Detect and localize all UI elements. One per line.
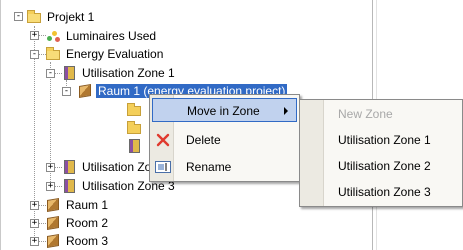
menu-item-label: Utilisation Zone 2 [338,159,431,173]
book-icon [126,138,142,154]
tree-node-label: Raum 1 [66,198,109,212]
room-icon [45,233,61,249]
menu-item-label: Utilisation Zone 3 [338,185,431,199]
tree-node-label: Room 3 [66,234,109,248]
menu-item-label: Rename [186,160,232,174]
submenu-item-new-zone: New Zone [302,102,462,126]
collapse-toggle[interactable]: - [46,69,55,78]
room-icon [45,215,61,231]
tree-node-child[interactable] [126,138,146,154]
menu-item-rename[interactable]: Rename [152,155,297,179]
tree-node-label: Energy Evaluation [66,47,164,61]
luminaires-icon [45,28,61,44]
menu-item-label: Delete [186,133,221,147]
rename-icon [155,161,171,173]
tree-node-child[interactable] [126,120,146,136]
submenu-arrow-icon [284,107,288,115]
submenu-item-utilisation-zone-3[interactable]: Utilisation Zone 3 [302,180,462,204]
delete-icon [156,133,170,147]
room-icon [77,83,93,99]
collapse-toggle[interactable]: - [30,50,39,59]
menu-item-delete[interactable]: Delete [152,128,297,152]
expand-toggle[interactable]: + [46,182,55,191]
context-menu: Move in Zone Delete Rename [149,94,300,182]
menu-item-label: Move in Zone [187,104,260,118]
expand-toggle[interactable]: + [30,219,39,228]
book-icon [61,178,77,194]
tree-node-child[interactable] [126,102,146,118]
tree-node-label: Utilisation Zone 1 [82,66,175,80]
folder-icon [126,120,142,136]
menu-item-label: New Zone [338,107,393,121]
room-icon [45,197,61,213]
menu-item-label: Utilisation Zone 1 [338,133,431,147]
folder-icon [26,9,42,25]
collapse-toggle[interactable]: - [62,87,71,96]
expand-toggle[interactable]: + [46,163,55,172]
expand-toggle[interactable]: + [30,237,39,246]
expand-toggle[interactable]: + [30,31,39,40]
tree-node-label: Room 2 [66,216,109,230]
menu-item-move-in-zone[interactable]: Move in Zone [152,98,297,122]
folder-icon [126,102,142,118]
move-in-zone-submenu: New Zone Utilisation Zone 1 Utilisation … [299,99,463,207]
book-icon [61,65,77,81]
submenu-item-utilisation-zone-1[interactable]: Utilisation Zone 1 [302,128,462,152]
submenu-item-utilisation-zone-2[interactable]: Utilisation Zone 2 [302,154,462,178]
expand-toggle[interactable]: + [30,201,39,210]
folder-icon [45,46,61,62]
book-icon [61,159,77,175]
tree-node-label: Projekt 1 [47,10,95,24]
tree-node-label: Luminaires Used [66,29,157,43]
collapse-toggle[interactable]: - [14,12,23,21]
